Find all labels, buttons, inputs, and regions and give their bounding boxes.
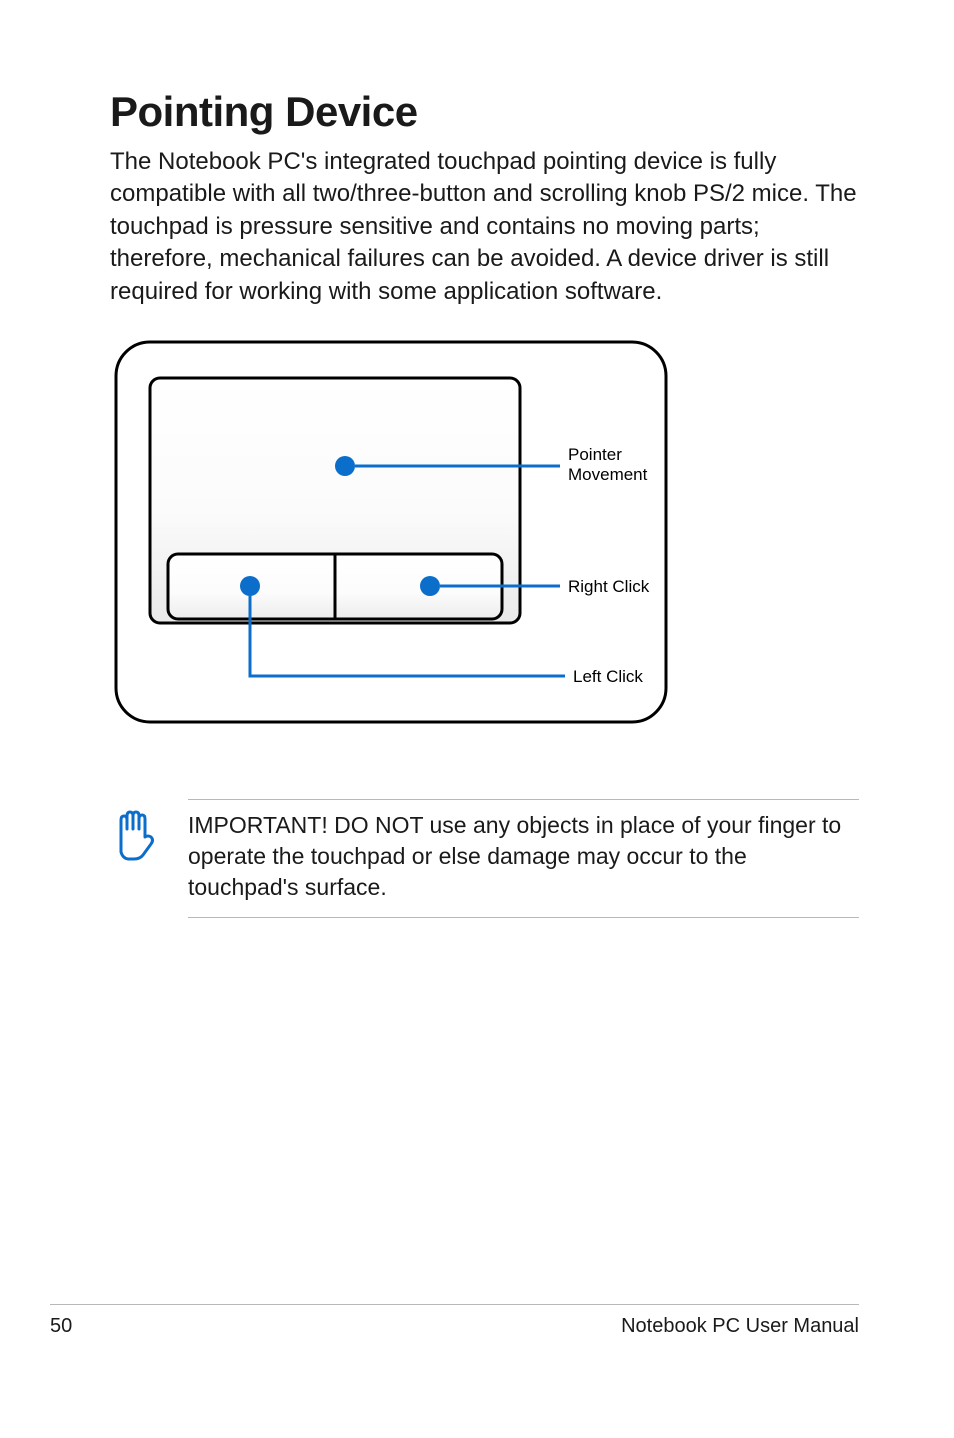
label-right-click: Right Click [568, 577, 650, 596]
note-text: IMPORTANT! DO NOT use any objects in pla… [188, 810, 859, 903]
hand-stop-icon [110, 799, 158, 868]
page-number: 50 [50, 1315, 72, 1338]
page-footer: 50 Notebook PC User Manual [50, 1304, 859, 1338]
important-note: IMPORTANT! DO NOT use any objects in pla… [110, 799, 859, 918]
manual-title: Notebook PC User Manual [621, 1315, 859, 1338]
label-pointer-movement-2: Movement [568, 465, 648, 484]
touchpad-diagram: Pointer Movement Right Click Left Click [110, 336, 859, 731]
page-title: Pointing Device [110, 88, 859, 136]
intro-paragraph: The Notebook PC's integrated touchpad po… [110, 146, 859, 308]
label-pointer-movement-1: Pointer [568, 445, 622, 464]
label-left-click: Left Click [573, 667, 643, 686]
